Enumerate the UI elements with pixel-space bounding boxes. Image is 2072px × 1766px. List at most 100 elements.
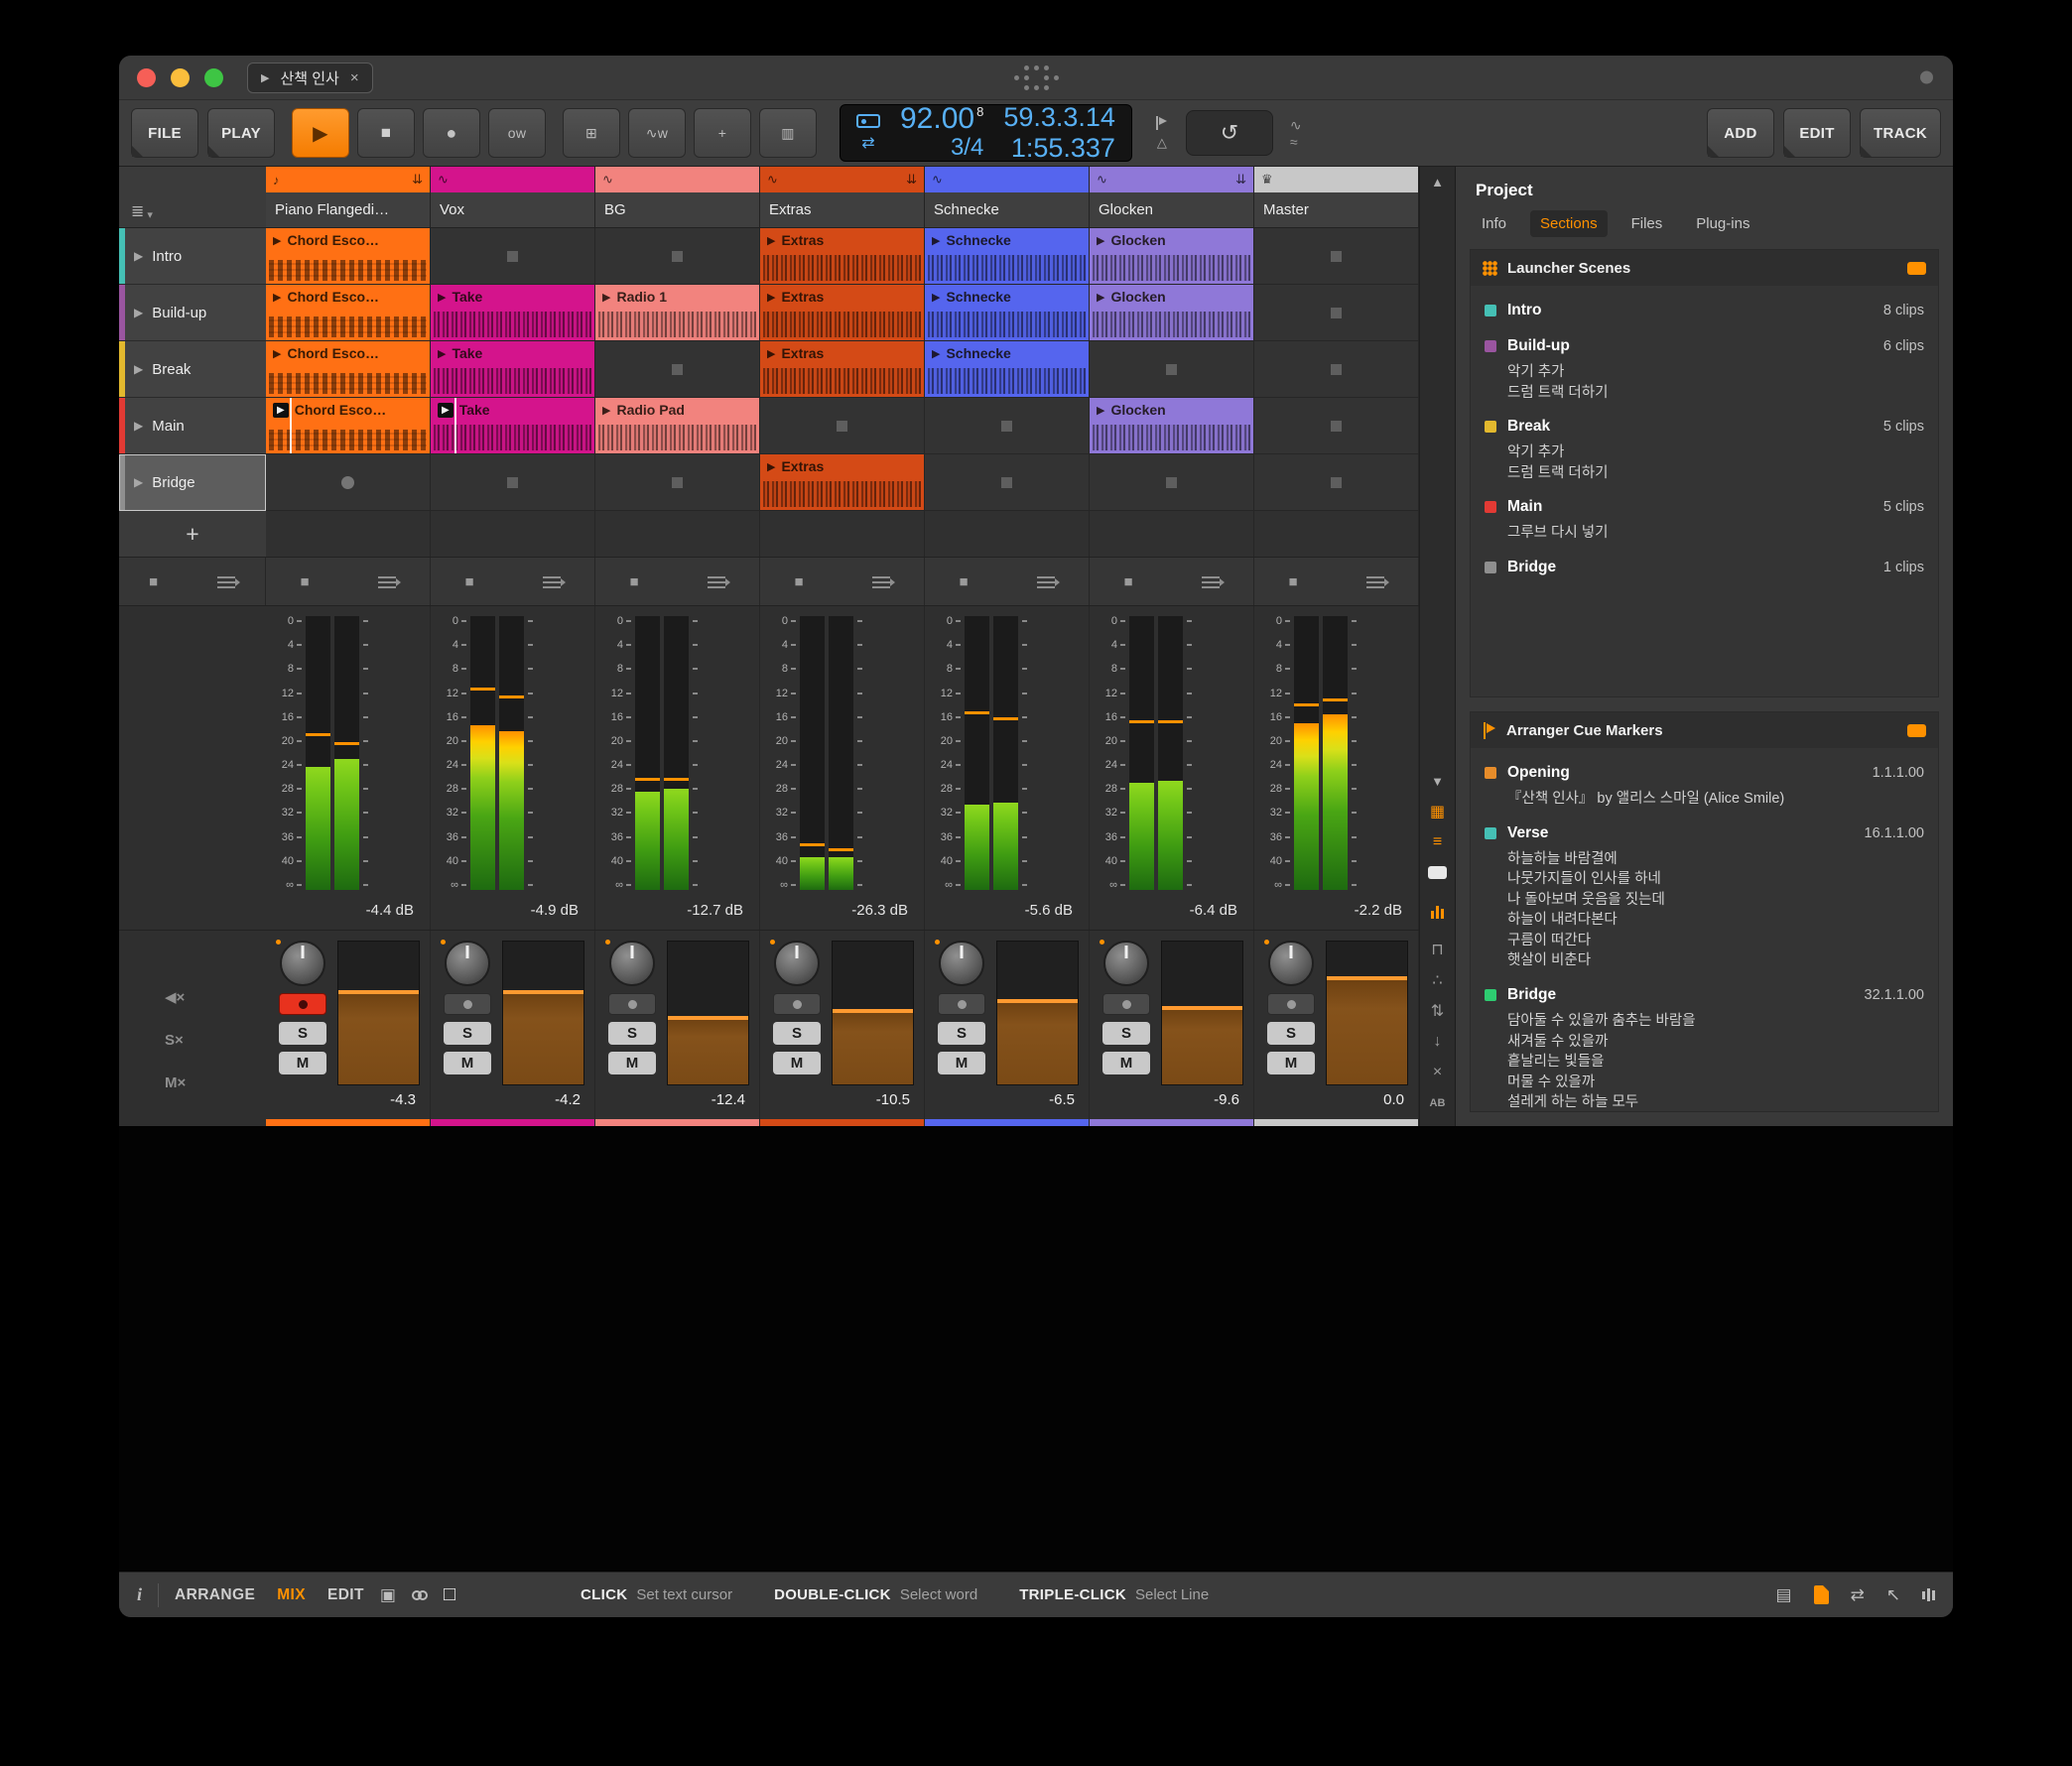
zoom-window-button[interactable] bbox=[204, 67, 223, 87]
track-header[interactable]: ∿ Schnecke bbox=[925, 167, 1090, 227]
solo-button[interactable]: S bbox=[1102, 1022, 1150, 1045]
clip-launcher-view-icon[interactable]: ▦ bbox=[1430, 796, 1445, 826]
record-arm-button[interactable] bbox=[1102, 993, 1150, 1015]
clip-play-icon[interactable]: ▶ bbox=[1097, 234, 1104, 247]
pan-knob[interactable] bbox=[605, 940, 655, 986]
clip-play-icon[interactable]: ▶ bbox=[273, 291, 281, 304]
clip-play-icon[interactable]: ▶ bbox=[932, 234, 940, 247]
clip-slot[interactable] bbox=[1254, 228, 1419, 285]
clear-solo-button[interactable]: S× bbox=[165, 1032, 266, 1049]
add-scene-button[interactable]: + bbox=[119, 511, 266, 557]
frame-icon[interactable]: □ bbox=[444, 1583, 455, 1606]
clip-slot[interactable]: ▶ Schnecke bbox=[925, 285, 1090, 341]
record-arm-button[interactable] bbox=[279, 993, 326, 1015]
clip-slot[interactable]: ▶ Schnecke bbox=[925, 341, 1090, 398]
volume-fader[interactable] bbox=[337, 941, 420, 1085]
sends-view-icon[interactable]: ⇅ bbox=[1431, 996, 1444, 1027]
play-menu-button[interactable]: PLAY bbox=[207, 108, 275, 158]
song-position-display[interactable]: 59.3.3.14 bbox=[1003, 102, 1115, 133]
fill-mode-button[interactable]: ⊞ bbox=[563, 108, 620, 158]
clip-slot[interactable] bbox=[595, 228, 760, 285]
clip-play-icon[interactable]: ▶ bbox=[1097, 291, 1104, 304]
mute-button[interactable]: M bbox=[279, 1052, 326, 1074]
record-arm-button[interactable] bbox=[1267, 993, 1315, 1015]
metronome-icon[interactable]: △ bbox=[1157, 135, 1167, 151]
track-header[interactable]: ∿ ⇊ Glocken bbox=[1090, 167, 1254, 227]
mute-button[interactable]: M bbox=[1102, 1052, 1150, 1074]
curve-icon[interactable]: ∿ bbox=[1290, 118, 1302, 132]
back-to-arrangement-icon[interactable] bbox=[377, 574, 401, 588]
clip-slot[interactable]: ▶ Glocken bbox=[1090, 398, 1254, 454]
delete-icon[interactable]: × bbox=[1433, 1057, 1442, 1087]
launcher-menu-cell[interactable]: ≣ ▾ bbox=[119, 167, 266, 227]
clip-slot[interactable]: ▶ Take bbox=[431, 398, 595, 454]
clear-arm-button[interactable]: ◀× bbox=[165, 988, 266, 1006]
clip-slot[interactable]: ▶ Chord Esco… bbox=[266, 398, 431, 454]
tempo-display[interactable]: 92.00 bbox=[900, 104, 974, 134]
scene-play-icon[interactable]: ▶ bbox=[134, 306, 143, 319]
link-icon[interactable] bbox=[411, 1589, 428, 1600]
info-icon[interactable]: i bbox=[137, 1584, 142, 1605]
io-transfer-icon[interactable]: ⇄ bbox=[1851, 1585, 1865, 1605]
snap-settings-icon[interactable]: ▣ bbox=[380, 1585, 396, 1605]
volume-fader[interactable] bbox=[667, 941, 749, 1085]
mute-button[interactable]: M bbox=[938, 1052, 985, 1074]
view-tab-mix[interactable]: MIX bbox=[277, 1586, 306, 1604]
clip-play-icon[interactable]: ▶ bbox=[767, 291, 775, 304]
panel-list-item[interactable]: Intro 8 clips bbox=[1471, 294, 1938, 329]
track-header[interactable]: ∿ Vox bbox=[431, 167, 595, 227]
clip-play-icon[interactable]: ▶ bbox=[1097, 404, 1104, 417]
stop-clips-button[interactable]: ■ bbox=[300, 573, 309, 590]
volume-fader[interactable] bbox=[502, 941, 584, 1085]
clip-play-icon[interactable]: ▶ bbox=[273, 347, 281, 360]
volume-fader[interactable] bbox=[996, 941, 1079, 1085]
time-signature-display[interactable]: 3/4 bbox=[951, 134, 983, 161]
clip-slot[interactable] bbox=[925, 398, 1090, 454]
solo-button[interactable]: S bbox=[938, 1022, 985, 1045]
stop-button[interactable]: ■ bbox=[357, 108, 415, 158]
clear-mute-button[interactable]: M× bbox=[165, 1074, 266, 1091]
back-to-arrangement-icon[interactable] bbox=[871, 574, 895, 588]
pan-knob[interactable] bbox=[1264, 940, 1314, 986]
scene-header[interactable]: ▶ Bridge bbox=[119, 454, 266, 511]
solo-button[interactable]: S bbox=[773, 1022, 821, 1045]
track-name[interactable]: Schnecke bbox=[925, 192, 1089, 227]
project-tab[interactable]: ▶ 산책 인사 × bbox=[247, 62, 373, 93]
back-to-arrangement-icon[interactable] bbox=[707, 574, 730, 588]
panel-tab-files[interactable]: Files bbox=[1621, 210, 1673, 237]
track-name[interactable]: Master bbox=[1254, 192, 1418, 227]
launcher-overdub-button[interactable]: ow bbox=[488, 108, 546, 158]
clip-slot[interactable] bbox=[431, 228, 595, 285]
song-time-display[interactable]: 1:55.337 bbox=[1011, 133, 1115, 164]
clip-play-icon[interactable]: ▶ bbox=[767, 234, 775, 247]
scene-header[interactable]: ▶ Intro bbox=[119, 228, 266, 285]
dual-panel-button[interactable]: ▥ bbox=[759, 108, 817, 158]
track-name[interactable]: Extras bbox=[760, 192, 924, 227]
panel-tab-plug-ins[interactable]: Plug-ins bbox=[1686, 210, 1759, 237]
panel-list-item[interactable]: Main 5 clips 그루브 다시 넣기 bbox=[1471, 490, 1938, 551]
io-view-icon[interactable]: ↓ bbox=[1434, 1026, 1442, 1057]
routing-icon[interactable]: ∴ bbox=[1432, 965, 1442, 996]
panel-list-item[interactable]: Break 5 clips 악기 추가 드럼 트랙 더하기 bbox=[1471, 410, 1938, 490]
stop-clips-button[interactable]: ■ bbox=[629, 573, 638, 590]
scene-play-icon[interactable]: ▶ bbox=[134, 249, 143, 263]
view-tab-edit[interactable]: EDIT bbox=[327, 1586, 364, 1604]
panel-tab-sections[interactable]: Sections bbox=[1530, 210, 1608, 237]
panel-list-item[interactable]: Build-up 6 clips 악기 추가 드럼 트랙 더하기 bbox=[1471, 329, 1938, 410]
clip-slot[interactable] bbox=[1254, 285, 1419, 341]
track-menu-button[interactable]: TRACK bbox=[1860, 108, 1941, 158]
comment-bubble-icon[interactable] bbox=[1907, 261, 1926, 275]
pointer-icon[interactable]: ↖ bbox=[1886, 1585, 1900, 1605]
clip-play-icon[interactable]: ▶ bbox=[273, 234, 281, 247]
clip-slot[interactable]: ▶ Glocken bbox=[1090, 285, 1254, 341]
clip-slot[interactable]: ▶ Glocken bbox=[1090, 228, 1254, 285]
pan-knob[interactable] bbox=[1100, 940, 1149, 986]
volume-fader[interactable] bbox=[832, 941, 914, 1085]
transport-display[interactable]: ⇄ 92.00 8 3/4 59.3.3.14 1:55.337 bbox=[840, 102, 1132, 164]
pan-knob[interactable] bbox=[935, 940, 984, 986]
record-arm-button[interactable] bbox=[608, 993, 656, 1015]
scroll-down-button[interactable]: ▼ bbox=[1431, 774, 1444, 796]
stop-clips-button[interactable]: ■ bbox=[794, 573, 803, 590]
clip-slot[interactable]: ▶ Chord Esco… bbox=[266, 341, 431, 398]
device-panel-icon[interactable]: ⊓ bbox=[1431, 935, 1443, 965]
